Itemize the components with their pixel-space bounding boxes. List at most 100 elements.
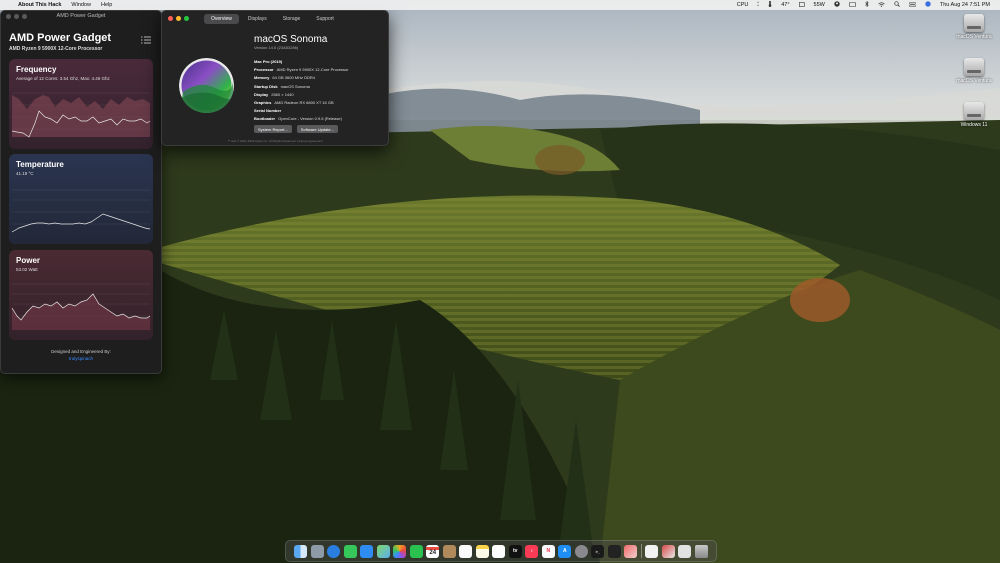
spec-key: Memory	[254, 75, 270, 81]
os-name: macOS Sonoma	[254, 34, 328, 45]
search-icon[interactable]	[894, 1, 900, 9]
system-report-button[interactable]: System Report...	[254, 125, 292, 133]
user-switch-icon[interactable]	[834, 1, 840, 9]
maps-icon[interactable]	[376, 544, 390, 558]
temperature-panel: Temperature 41.19 °C	[9, 154, 153, 244]
siri-icon[interactable]	[925, 1, 931, 9]
credit-text: Designed and Engineered By:	[51, 349, 111, 354]
app-menu[interactable]: About This Hack	[18, 2, 61, 8]
power-title: Power	[16, 256, 41, 265]
temperature-status[interactable]: 47°	[781, 2, 789, 8]
reminders-icon[interactable]	[459, 544, 473, 558]
power-graph	[11, 283, 151, 330]
spec-row: Processor AMD Ryzen 9 5900X 12-Core Proce…	[254, 66, 349, 74]
bluetooth-icon[interactable]	[865, 0, 869, 9]
menu-help[interactable]: Help	[101, 2, 112, 8]
launchpad-icon[interactable]	[310, 544, 324, 558]
activity-monitor-icon[interactable]	[607, 544, 621, 558]
temperature-title: Temperature	[16, 160, 64, 169]
power-reading: 53.02 Watt	[16, 267, 38, 272]
spec-key: Processor	[254, 67, 274, 73]
preview-icon[interactable]	[678, 544, 692, 558]
spec-key: Graphics	[254, 100, 272, 106]
downloads-stack-icon[interactable]	[661, 544, 675, 558]
list-icon[interactable]	[141, 36, 151, 44]
hard-drive-icon	[964, 102, 984, 120]
control-center-icon[interactable]	[908, 1, 916, 9]
spec-row: Graphics AMD Radeon RX 6800 XT 16 GB	[254, 99, 349, 107]
desktop-disk-macos-ventura[interactable]: macOS Ventura	[952, 14, 996, 40]
spec-value: macOS Sonoma	[280, 83, 310, 89]
desktop-icon-label: macOS Ventura	[956, 34, 992, 40]
zoom-button[interactable]	[184, 16, 189, 21]
power-status[interactable]: 55W	[814, 2, 825, 8]
finder-icon[interactable]	[294, 544, 308, 558]
contacts-icon[interactable]	[442, 544, 456, 558]
hard-drive-icon	[964, 14, 984, 32]
freeform-icon[interactable]	[492, 544, 506, 558]
desktop-icon-label: macOS Ventura	[956, 78, 992, 84]
power-panel: Power 53.02 Watt	[9, 250, 153, 340]
trash-icon[interactable]	[694, 544, 708, 558]
photos-icon[interactable]	[393, 544, 407, 558]
author-link[interactable]: trulyspinach	[1, 356, 161, 361]
news-icon[interactable]: N	[541, 544, 555, 558]
window-title: AMD Power Gadget	[56, 13, 106, 19]
tab-support[interactable]: Support	[309, 14, 341, 24]
gadget-title-bar[interactable]: AMD Power Gadget	[1, 11, 161, 23]
wifi-icon[interactable]	[878, 1, 885, 9]
cpu-model: AMD Ryzen 9 5900X 12-Core Processor	[9, 46, 103, 52]
messages-icon[interactable]	[343, 544, 357, 558]
hard-drive-icon	[964, 58, 984, 76]
desktop-disk-macos-ventura-2[interactable]: macOS Ventura	[952, 58, 996, 84]
dock-separator	[640, 544, 642, 558]
calendar-day: 24	[429, 549, 437, 556]
terminal-icon[interactable]: >_	[591, 544, 605, 558]
temperature-reading: 41.19 °C	[16, 171, 34, 176]
frequency-summary: Average of 12 Cores: 3.54 Ghz, Max: 4.46…	[16, 76, 110, 81]
tab-overview[interactable]: Overview	[204, 14, 239, 24]
spec-key: Bootloader	[254, 116, 276, 122]
gadget-heading: AMD Power Gadget	[9, 32, 112, 44]
tab-displays[interactable]: Displays	[241, 14, 274, 24]
frequency-panel: Frequency Average of 12 Cores: 3.54 Ghz,…	[9, 59, 153, 149]
brush-app-icon[interactable]	[624, 544, 638, 558]
spec-value: OpenCore - Version 0.9.5 (Release)	[278, 116, 342, 122]
notes-icon[interactable]	[475, 544, 489, 558]
software-update-button[interactable]: Software Update...	[296, 125, 338, 133]
app-store-icon[interactable]: A	[558, 544, 572, 558]
cpu-mini-stats: ▪▪ ▪▪	[757, 1, 760, 7]
spec-row: Memory 64 GB 3600 MHz DDR4	[254, 74, 349, 82]
about-tabs: Overview Displays Storage Support	[204, 14, 341, 24]
desktop-icon-label: Windows 11	[960, 122, 988, 128]
tv-icon[interactable]: tv	[508, 544, 522, 558]
system-info: Mac Pro (2019) Processor AMD Ryzen 9 5900…	[254, 58, 349, 124]
menu-bar: About This Hack Window Help CPU ▪▪ ▪▪ 47°…	[0, 0, 1000, 10]
desktop-disk-windows-11[interactable]: Windows 11	[952, 102, 996, 128]
about-buttons: System Report... Software Update...	[254, 125, 338, 133]
amd-power-gadget-window: AMD Power Gadget AMD Power Gadget AMD Ry…	[0, 10, 162, 374]
keyboard-icon[interactable]	[848, 1, 856, 9]
minimize-button[interactable]	[176, 16, 181, 21]
menu-window[interactable]: Window	[71, 2, 91, 8]
music-icon[interactable]: ♪	[525, 544, 539, 558]
facetime-icon[interactable]	[409, 544, 423, 558]
system-settings-icon[interactable]	[574, 544, 588, 558]
close-button[interactable]	[168, 16, 173, 21]
mail-icon[interactable]	[360, 544, 374, 558]
safari-icon[interactable]	[327, 544, 341, 558]
clock[interactable]: Thu Aug 24 7:51 PM	[940, 2, 990, 8]
documents-icon[interactable]	[645, 544, 659, 558]
frequency-title: Frequency	[16, 65, 57, 74]
tab-storage[interactable]: Storage	[276, 14, 308, 24]
spec-key: Startup Disk	[254, 83, 278, 89]
dock: 24 tv ♪ N A >_	[285, 540, 717, 562]
macos-sonoma-logo	[179, 58, 234, 113]
spec-key: Display	[254, 91, 269, 97]
calendar-icon[interactable]: 24	[426, 544, 440, 558]
spec-row: Display 2560 × 1440	[254, 91, 349, 99]
spec-value: 64 GB 3600 MHz DDR4	[272, 75, 316, 81]
model-value: Mac Pro (2019)	[254, 59, 283, 64]
cpu-status-label[interactable]: CPU	[737, 2, 749, 8]
spec-value: AMD Ryzen 9 5900X 12-Core Processor	[276, 67, 349, 73]
